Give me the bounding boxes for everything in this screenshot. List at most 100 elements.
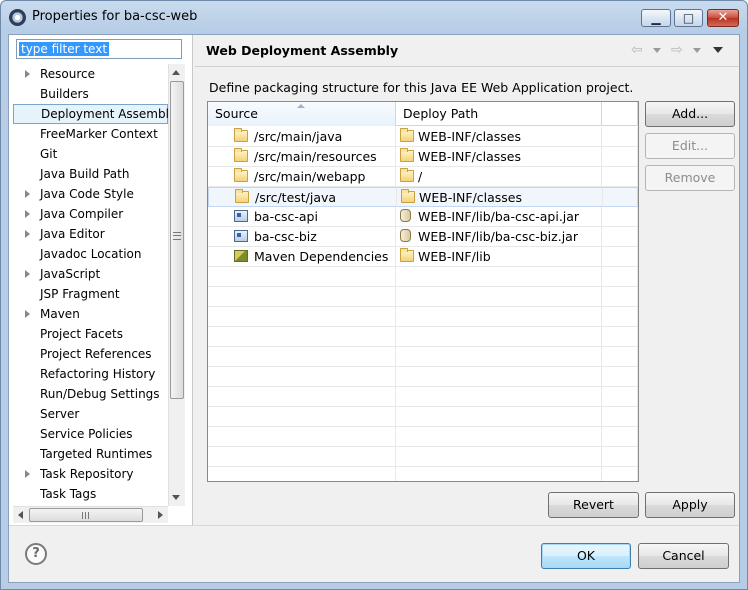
column-header-deploy-path[interactable]: Deploy Path	[396, 102, 602, 126]
table-row[interactable]: /src/main/java WEB-INF/classes	[208, 127, 638, 147]
tree-item[interactable]: Deployment Assembly	[13, 104, 168, 124]
tree-item[interactable]: JSP Fragment	[13, 284, 168, 304]
filter-input-text: type filter text	[19, 42, 110, 56]
property-page-navigator: type filter text Resource Builders Deploym…	[9, 35, 193, 525]
tree-item[interactable]: Maven	[13, 304, 168, 324]
ok-button[interactable]: OK	[541, 543, 631, 569]
tree-vertical-scrollbar[interactable]	[168, 64, 185, 506]
table-row[interactable]: /src/main/resources WEB-INF/classes	[208, 147, 638, 167]
table-row[interactable]: /src/test/java WEB-INF/classes	[208, 187, 638, 207]
edit-button[interactable]: Edit...	[645, 133, 735, 159]
table-row[interactable]: Maven Dependencies WEB-INF/lib	[208, 247, 638, 267]
revert-button[interactable]: Revert	[548, 492, 639, 518]
scroll-up-icon[interactable]	[172, 70, 180, 75]
table-cell: WEB-INF/classes	[396, 147, 602, 166]
table-cell: WEB-INF/lib	[396, 247, 602, 266]
expand-arrow-icon[interactable]	[25, 470, 30, 478]
cell-text: /src/test/java	[255, 190, 337, 205]
tree-item-label: Targeted Runtimes	[40, 447, 153, 461]
tree-item[interactable]: Builders	[13, 84, 168, 104]
apply-button[interactable]: Apply	[645, 492, 735, 518]
column-header-label: Source	[215, 106, 258, 121]
table-cell	[602, 367, 638, 386]
folder-icon	[400, 168, 414, 182]
tree-item[interactable]: Server	[13, 404, 168, 424]
tree-horizontal-scrollbar[interactable]	[13, 506, 168, 523]
empty-table-row	[208, 407, 638, 427]
expand-arrow-icon[interactable]	[25, 310, 30, 318]
remove-button[interactable]: Remove	[645, 165, 735, 191]
add-button[interactable]: Add...	[645, 101, 735, 127]
expand-arrow-icon[interactable]	[25, 190, 30, 198]
tree-item-label: Resource	[40, 67, 96, 81]
tree-item[interactable]: Targeted Runtimes	[13, 444, 168, 464]
horizontal-scrollbar-thumb[interactable]	[29, 508, 143, 522]
table-cell	[396, 307, 602, 326]
scroll-right-icon[interactable]	[158, 511, 163, 519]
tree-item[interactable]: Project References	[13, 344, 168, 364]
tree-item[interactable]: Java Code Style	[13, 184, 168, 204]
tree-item[interactable]: Resource	[13, 64, 168, 84]
tree-item[interactable]: JavaScript	[13, 264, 168, 284]
table-row[interactable]: ba-csc-api WEB-INF/lib/ba-csc-api.jar	[208, 207, 638, 227]
tree-item[interactable]: Service Policies	[13, 424, 168, 444]
table-cell	[208, 387, 396, 406]
forward-history-chevron-icon[interactable]	[693, 48, 701, 53]
tree-item-label: Project References	[40, 347, 152, 361]
tree-item[interactable]: Git	[13, 144, 168, 164]
project-icon	[234, 210, 248, 222]
table-cell	[602, 467, 638, 481]
tree-item[interactable]: Java Build Path	[13, 164, 168, 184]
grip-icon	[82, 512, 89, 519]
cell-text: /src/main/webapp	[254, 169, 366, 184]
tree-item[interactable]: Refactoring History	[13, 364, 168, 384]
filter-input[interactable]: type filter text	[16, 39, 182, 59]
maximize-button[interactable]: □	[674, 9, 703, 27]
expand-arrow-icon[interactable]	[25, 210, 30, 218]
page-title: Web Deployment Assembly	[206, 43, 399, 58]
tree-item[interactable]: Project Facets	[13, 324, 168, 344]
table-cell	[602, 307, 638, 326]
cell-text: WEB-INF/classes	[419, 190, 523, 205]
table-cell: WEB-INF/classes	[396, 127, 602, 146]
table-cell: /src/main/webapp	[208, 167, 396, 186]
tree-item[interactable]: Task Repository	[13, 464, 168, 484]
page-description: Define packaging structure for this Java…	[209, 80, 634, 95]
view-menu-icon[interactable]	[713, 47, 723, 53]
tree-item[interactable]: Java Compiler	[13, 204, 168, 224]
tree-item[interactable]: Javadoc Location	[13, 244, 168, 264]
minimize-button[interactable]: ▁	[641, 9, 671, 27]
tree-item[interactable]: FreeMarker Context	[13, 124, 168, 144]
jar-icon	[400, 209, 411, 222]
table-row[interactable]: /src/main/webapp /	[208, 167, 638, 187]
table-cell	[396, 327, 602, 346]
column-header-source[interactable]: Source	[208, 102, 396, 126]
tree-item[interactable]: Task Tags	[13, 484, 168, 504]
close-icon: ✕	[717, 10, 729, 25]
scroll-left-icon[interactable]	[18, 511, 23, 519]
tree-item-label: FreeMarker Context	[40, 127, 158, 141]
cell-text: WEB-INF/classes	[418, 149, 522, 164]
cell-text: ba-csc-biz	[254, 229, 317, 244]
folder-icon	[234, 168, 248, 182]
back-arrow-icon[interactable]: ⇦	[631, 42, 647, 58]
scrollbar-thumb[interactable]	[170, 81, 184, 399]
tree-item-label: Refactoring History	[40, 367, 156, 381]
title-bar[interactable]: Properties for ba-csc-web ▁ □ ✕	[1, 1, 747, 33]
table-row[interactable]: ba-csc-biz WEB-INF/lib/ba-csc-biz.jar	[208, 227, 638, 247]
expand-arrow-icon[interactable]	[25, 70, 30, 78]
expand-arrow-icon[interactable]	[25, 270, 30, 278]
help-icon[interactable]: ?	[25, 543, 47, 565]
back-history-chevron-icon[interactable]	[653, 48, 661, 53]
tree-item[interactable]: Run/Debug Settings	[13, 384, 168, 404]
scroll-down-icon[interactable]	[172, 495, 180, 500]
tree-item-label: Maven	[40, 307, 80, 321]
cancel-button[interactable]: Cancel	[638, 543, 729, 569]
expand-arrow-icon[interactable]	[25, 230, 30, 238]
forward-arrow-icon[interactable]: ⇨	[671, 42, 687, 58]
tree-item[interactable]: Java Editor	[13, 224, 168, 244]
table-cell	[208, 347, 396, 366]
close-button[interactable]: ✕	[707, 9, 739, 27]
maven-library-icon	[234, 250, 248, 262]
table-cell	[396, 447, 602, 466]
